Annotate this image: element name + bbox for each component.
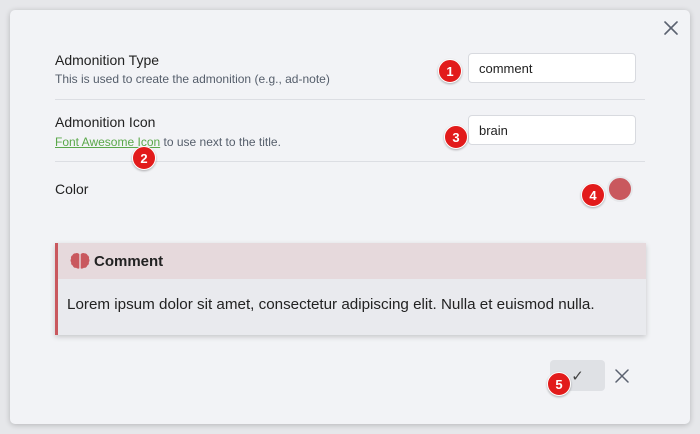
setting-color: Color: [55, 162, 645, 222]
admonition-title-bar: Comment: [58, 243, 646, 279]
brain-icon: [70, 251, 90, 271]
checkmark-icon: ✓: [571, 367, 584, 385]
annotation-badge-1: 1: [438, 59, 462, 83]
admonition-title: Comment: [94, 252, 164, 270]
color-picker-swatch[interactable]: [607, 176, 633, 202]
admonition-body: Lorem ipsum dolor sit amet, consectetur …: [67, 296, 595, 313]
setting-name: Admonition Icon: [55, 114, 156, 130]
cancel-close-icon[interactable]: [613, 367, 631, 385]
admonition-type-input[interactable]: [468, 53, 636, 83]
annotation-badge-3: 3: [444, 125, 468, 149]
setting-description-rest: to use next to the title.: [160, 135, 281, 149]
admonition-icon-input[interactable]: [468, 115, 636, 145]
close-icon[interactable]: [661, 18, 681, 38]
setting-description: This is used to create the admonition (e…: [55, 72, 330, 86]
annotation-badge-4: 4: [581, 183, 605, 207]
setting-description: Font Awesome Icon to use next to the tit…: [55, 135, 281, 149]
annotation-badge-2: 2: [132, 146, 156, 170]
annotation-badge-5: 5: [547, 372, 571, 396]
admonition-preview: Comment Lorem ipsum dolor sit amet, cons…: [55, 243, 646, 335]
setting-name: Admonition Type: [55, 52, 160, 68]
setting-name: Color: [55, 181, 89, 197]
